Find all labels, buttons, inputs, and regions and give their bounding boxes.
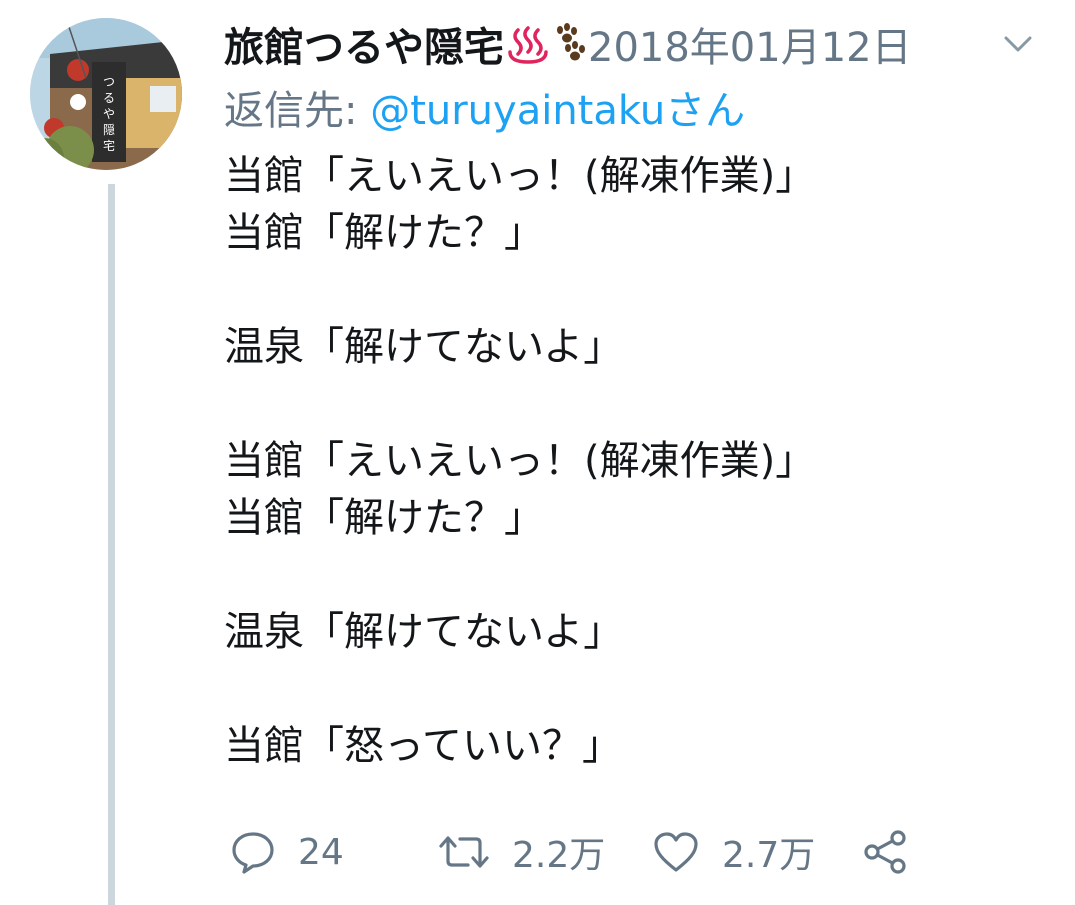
share-button[interactable] xyxy=(862,822,910,882)
tweet-line: 温泉「解けてないよ」 xyxy=(224,324,624,370)
tweet-line: 当館「えいえいっ！(解凍作業)」 xyxy=(224,153,816,199)
inn-building-photo: つ る や 隠 宅 xyxy=(30,18,182,170)
svg-text:る: る xyxy=(103,91,115,105)
tweet-line: 当館「怒っていい？」 xyxy=(224,723,622,769)
retweet-icon xyxy=(438,829,490,875)
like-count: 2.7万 xyxy=(722,835,816,876)
svg-text:つ: つ xyxy=(103,75,115,89)
tweet-line: 当館「解けた？」 xyxy=(224,210,544,256)
reply-to-line: 返信先: @turuyaintakuさん xyxy=(224,78,745,136)
hot-springs-icon xyxy=(506,22,550,66)
tweet-header: 旅館つるや隠宅 2018年01月12日 xyxy=(224,16,912,72)
reply-to-label: 返信先: xyxy=(224,88,371,134)
paw-prints-icon xyxy=(552,22,586,66)
tweet-line: 当館「えいえいっ！(解凍作業)」 xyxy=(224,438,816,484)
reply-to-mention[interactable]: @turuyaintakuさん xyxy=(370,88,745,134)
retweet-button[interactable]: 2.2万 xyxy=(438,822,605,882)
heart-icon xyxy=(652,829,700,875)
svg-text:隠: 隠 xyxy=(103,123,115,137)
avatar[interactable]: つ る や 隠 宅 xyxy=(30,18,182,170)
tweet-actions: 24 2.2万 2.7万 xyxy=(224,822,924,882)
svg-text:や: や xyxy=(103,107,115,121)
display-name[interactable]: 旅館つるや隠宅 xyxy=(224,15,504,73)
share-icon xyxy=(862,828,910,876)
tweet-timestamp[interactable]: 2018年01月12日 xyxy=(588,15,912,73)
retweet-count: 2.2万 xyxy=(512,835,606,876)
reply-count: 24 xyxy=(298,831,344,873)
reply-button[interactable]: 24 xyxy=(230,822,344,882)
svg-text:宅: 宅 xyxy=(103,138,115,153)
tweet-line: 温泉「解けてないよ」 xyxy=(224,609,624,655)
like-button[interactable]: 2.7万 xyxy=(652,822,815,882)
thread-connector-line xyxy=(108,184,115,905)
chevron-down-icon[interactable] xyxy=(1002,28,1034,60)
tweet-text: 当館「えいえいっ！(解凍作業)」 当館「解けた？」 温泉「解けてないよ」 当館「… xyxy=(224,148,1064,775)
reply-icon xyxy=(230,829,276,875)
tweet-line: 当館「解けた？」 xyxy=(224,495,544,541)
